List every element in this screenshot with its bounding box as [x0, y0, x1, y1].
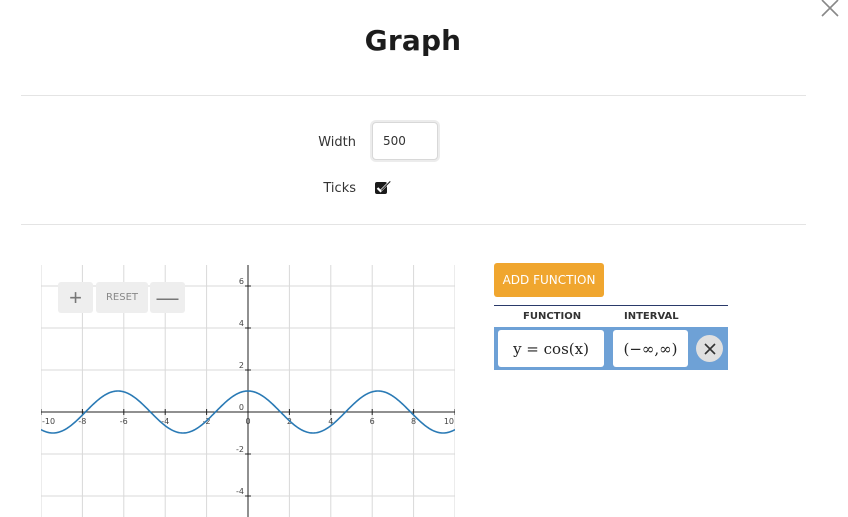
x-tick-label: 0 — [245, 417, 250, 426]
width-input[interactable]: 500 — [372, 122, 438, 160]
add-function-button[interactable]: ADD FUNCTION — [494, 263, 604, 297]
column-header-function: FUNCTION — [523, 311, 582, 322]
y-tick-label: -4 — [236, 487, 244, 496]
close-icon[interactable] — [818, 0, 842, 18]
zoom-out-button[interactable]: — — [150, 282, 185, 313]
column-header-interval: INTERVAL — [624, 311, 679, 322]
function-row: y = cos(x) (−∞,∞) — [494, 327, 728, 370]
remove-function-button[interactable] — [696, 335, 723, 362]
width-label: Width — [318, 135, 356, 150]
y-tick-label: -2 — [236, 445, 244, 454]
x-tick-label: 8 — [411, 417, 416, 426]
plus-icon: + — [69, 284, 82, 310]
y-tick-label: 6 — [239, 277, 244, 286]
ticks-checkbox[interactable] — [374, 180, 391, 196]
function-table-rule — [494, 305, 728, 306]
y-tick-label: 0 — [239, 403, 244, 412]
x-tick-label: 10 — [444, 417, 454, 426]
x-tick-label: -4 — [161, 417, 169, 426]
y-tick-label: 4 — [239, 319, 244, 328]
divider-bottom — [21, 224, 806, 225]
x-tick-label: 6 — [370, 417, 375, 426]
zoom-reset-button[interactable]: RESET — [96, 282, 148, 313]
y-tick-label: 2 — [239, 361, 244, 370]
interval-input[interactable]: (−∞,∞) — [613, 330, 688, 367]
function-input[interactable]: y = cos(x) — [498, 330, 604, 367]
x-tick-label: -6 — [120, 417, 128, 426]
close-icon — [703, 342, 716, 355]
x-tick-label: -10 — [42, 417, 55, 426]
zoom-in-button[interactable]: + — [58, 282, 93, 313]
minus-icon: — — [156, 284, 179, 310]
divider-top — [21, 95, 806, 96]
dialog-title: Graph — [364, 24, 462, 57]
ticks-label: Ticks — [323, 181, 356, 196]
